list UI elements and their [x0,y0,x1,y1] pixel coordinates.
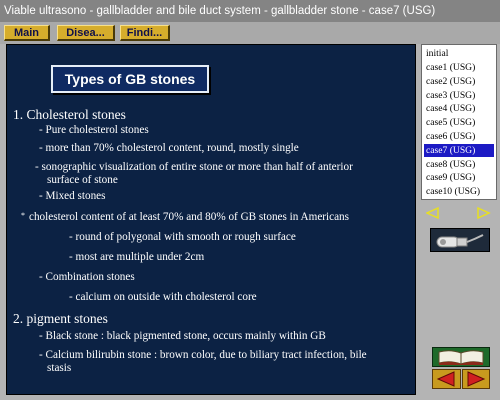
bullet-marker: * [21,211,25,220]
text-line: - Black stone : black pigmented stone, o… [39,330,326,342]
case-item-3[interactable]: case3 (USG) [424,89,494,102]
next-case-arrow-icon[interactable] [477,206,491,220]
ultrasound-probe-icon [436,234,484,248]
content-heading: Types of GB stones [51,65,209,93]
case-item-8[interactable]: case8 (USG) [424,158,494,171]
text-line: cholesterol content of at least 70% and … [29,211,350,223]
section-cholesterol-title: 1. Cholesterol stones [13,107,126,122]
content-panel: Types of GB stones 1. Cholesterol stones… [6,44,416,395]
text-line: - Combination stones [39,271,135,283]
book-icon [438,350,484,365]
text-line: - round of polygonal with smooth or roug… [69,231,296,243]
case-item-7-selected[interactable]: case7 (USG) [424,144,494,157]
text-line: surface of stone [47,174,118,186]
text-line: - more than 70% cholesterol content, rou… [39,142,299,154]
case-item-6[interactable]: case6 (USG) [424,130,494,143]
window-title: Viable ultrasono - gallbladder and bile … [0,0,500,22]
findings-button[interactable]: Findi... [120,25,170,41]
case-item-2[interactable]: case2 (USG) [424,75,494,88]
forward-arrow-icon [467,371,486,387]
case-item-4[interactable]: case4 (USG) [424,102,494,115]
text-line: - most are multiple under 2cm [69,251,205,263]
case-item-5[interactable]: case5 (USG) [424,116,494,129]
case-item-10[interactable]: case10 (USG) [424,185,494,198]
toolbar: Main Disea... Findi... [0,22,500,44]
text-line: - Pure cholesterol stones [39,124,149,136]
text-line: - Mixed stones [39,190,106,202]
text-line: - calcium on outside with cholesterol co… [69,291,257,303]
forward-button[interactable] [462,369,490,389]
prev-case-arrow-icon[interactable] [426,206,439,220]
back-button[interactable] [432,369,461,389]
case-item-9[interactable]: case9 (USG) [424,171,494,184]
text-line: stasis [47,362,72,374]
text-line: - sonographic visualization of entire st… [35,161,353,173]
disease-button[interactable]: Disea... [57,25,115,41]
ultrasound-probe-button[interactable] [430,228,490,252]
case-nav-arrows [426,206,491,220]
text-line: - Calcium bilirubin stone : brown color,… [39,349,367,361]
main-button[interactable]: Main [4,25,50,41]
book-button[interactable] [432,347,490,367]
section-pigment-title: 2. pigment stones [13,311,108,326]
back-arrow-icon [436,371,455,387]
case-item-initial[interactable]: initial [424,47,494,60]
case-item-1[interactable]: case1 (USG) [424,61,494,74]
case-list[interactable]: initial case1 (USG) case2 (USG) case3 (U… [421,44,497,200]
